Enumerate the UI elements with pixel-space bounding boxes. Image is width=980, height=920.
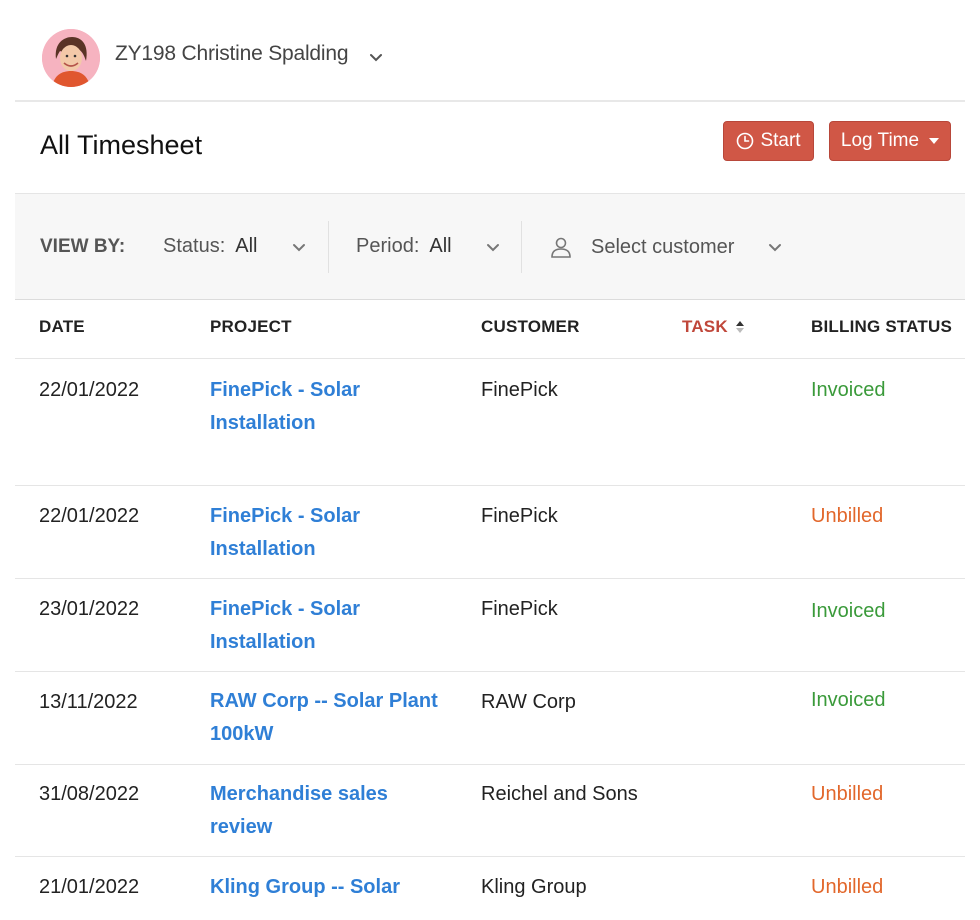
customer-select[interactable]: Select customer	[549, 235, 784, 259]
page-title: All Timesheet	[40, 130, 203, 160]
user-avatar[interactable]	[42, 29, 100, 87]
customer-placeholder: Select customer	[591, 235, 735, 258]
clock-icon	[737, 132, 754, 150]
row-customer: FinePick	[481, 598, 558, 620]
start-button-label: Start	[760, 130, 801, 151]
divider	[15, 100, 965, 102]
billing-status: Unbilled	[811, 783, 884, 805]
table-row[interactable]: 22/01/2022 FinePick - Solar Installation…	[15, 359, 965, 486]
period-label: Period:	[356, 235, 420, 257]
status-filter[interactable]: Status: All	[163, 235, 308, 258]
table-row[interactable]: 13/11/2022 RAW Corp -- Solar Plant 100kW…	[15, 672, 965, 765]
project-line: FinePick - Solar	[210, 505, 361, 527]
billing-status: Unbilled	[811, 505, 884, 527]
log-time-button[interactable]: Log Time	[829, 121, 951, 161]
column-header-task-label: TASK	[682, 317, 728, 336]
project-line: Merchandise sales	[210, 783, 388, 805]
row-project-link[interactable]: Kling Group -- Solar	[210, 871, 465, 904]
sort-icon	[735, 321, 744, 333]
column-header-project[interactable]: PROJECT	[210, 317, 292, 337]
org-name[interactable]: ZY198 Christine Spalding	[115, 42, 349, 66]
row-customer: Kling Group	[481, 876, 587, 898]
row-project-link[interactable]: FinePick - Solar Installation	[210, 374, 465, 440]
row-project-link[interactable]: Merchandise sales review	[210, 778, 465, 844]
row-date: 22/01/2022	[39, 505, 140, 527]
status-value: All	[235, 235, 258, 257]
row-customer: RAW Corp	[481, 691, 576, 713]
chevron-down-icon	[292, 243, 305, 251]
row-customer: FinePick	[481, 505, 558, 527]
row-project-link[interactable]: RAW Corp -- Solar Plant 100kW	[210, 685, 480, 751]
log-time-label: Log Time	[840, 130, 920, 151]
table-row[interactable]: 23/01/2022 FinePick - Solar Installation…	[15, 579, 965, 672]
billing-status: Invoiced	[811, 689, 886, 711]
column-header-customer[interactable]: CUSTOMER	[481, 317, 580, 337]
view-by-label: VIEW BY:	[40, 236, 126, 257]
divider	[328, 221, 329, 273]
project-line: FinePick - Solar	[210, 379, 361, 401]
project-line: Kling Group -- Solar	[210, 876, 400, 898]
table-row[interactable]: 22/01/2022 FinePick - Solar Installation…	[15, 486, 965, 579]
filter-bar: VIEW BY: Status: All Period: All Select …	[15, 193, 965, 300]
project-line: FinePick - Solar	[210, 598, 361, 620]
divider	[521, 221, 522, 273]
row-date: 22/01/2022	[39, 379, 140, 401]
caret-down-icon	[929, 138, 940, 144]
column-header-date[interactable]: DATE	[39, 317, 85, 337]
project-line: RAW Corp -- Solar Plant	[210, 690, 438, 712]
billing-status: Invoiced	[811, 379, 886, 401]
project-line: 100kW	[210, 723, 274, 745]
project-line: Installation	[210, 538, 316, 560]
row-customer: FinePick	[481, 379, 558, 401]
billing-status: Unbilled	[811, 876, 884, 898]
project-line: Installation	[210, 412, 316, 434]
project-line: Installation	[210, 631, 316, 653]
row-date: 23/01/2022	[39, 598, 140, 620]
column-header-billing-status[interactable]: BILLING STATUS	[811, 317, 952, 337]
chevron-down-icon	[486, 243, 499, 251]
row-customer: Reichel and Sons	[481, 783, 638, 805]
status-label: Status:	[163, 235, 226, 257]
row-project-link[interactable]: FinePick - Solar Installation	[210, 500, 465, 566]
column-header-task[interactable]: TASK	[682, 317, 746, 337]
chevron-down-icon[interactable]	[366, 48, 386, 68]
user-icon	[551, 237, 571, 258]
project-line: review	[210, 816, 273, 838]
period-value: All	[429, 235, 452, 257]
row-date: 13/11/2022	[39, 691, 138, 713]
row-date: 21/01/2022	[39, 876, 140, 898]
period-filter[interactable]: Period: All	[356, 235, 502, 258]
billing-status: Invoiced	[811, 600, 886, 622]
row-project-link[interactable]: FinePick - Solar Installation	[210, 593, 465, 659]
start-button[interactable]: Start	[723, 121, 814, 161]
row-date: 31/08/2022	[39, 783, 140, 805]
top-bar: ZY198 Christine Spalding	[0, 0, 980, 100]
chevron-down-icon	[769, 244, 782, 252]
table-header: DATE PROJECT CUSTOMER TASK BILLING STATU…	[15, 300, 965, 359]
table-row[interactable]: 21/01/2022 Kling Group -- Solar Kling Gr…	[15, 857, 965, 920]
table-row[interactable]: 31/08/2022 Merchandise sales review Reic…	[15, 765, 965, 857]
